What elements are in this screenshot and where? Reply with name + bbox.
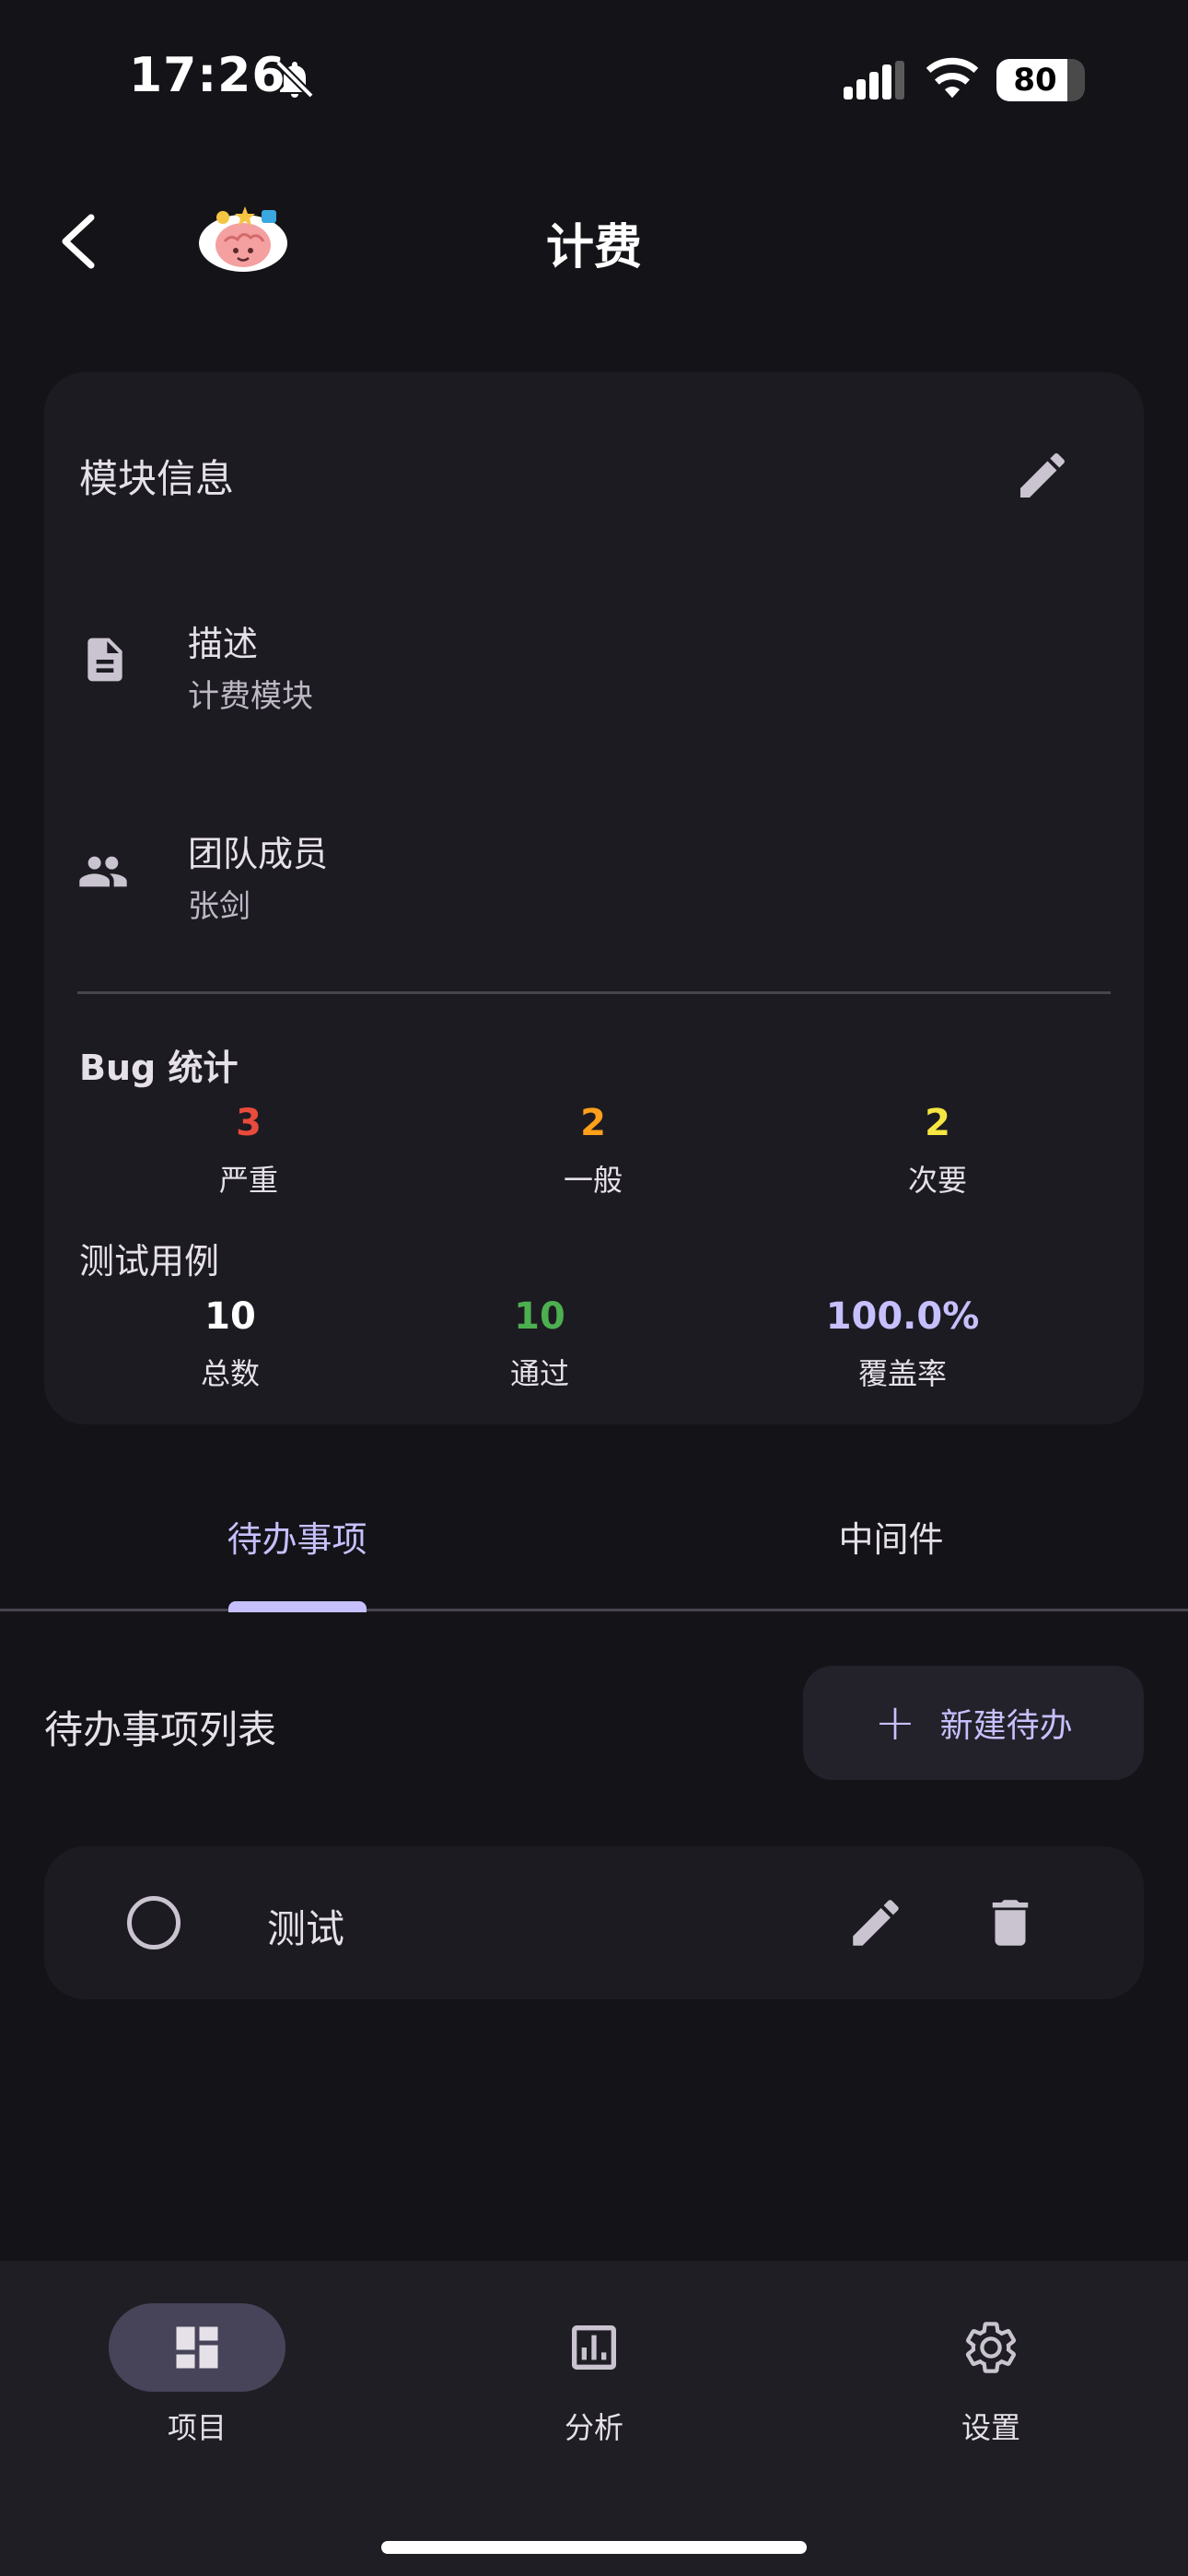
new-todo-button[interactable]: + 新建待办 <box>803 1666 1144 1780</box>
home-indicator <box>381 2541 807 2554</box>
bell-muted-icon <box>275 60 314 99</box>
team-members-label: 团队成员 <box>188 834 329 874</box>
delete-todo-button[interactable] <box>980 1892 1041 1953</box>
bug-normal-label: 一般 <box>563 1163 623 1198</box>
card-divider <box>77 991 1111 994</box>
nav-active-indicator <box>109 2303 285 2392</box>
tab-todos[interactable]: 待办事项 <box>0 1511 594 1562</box>
description-label: 描述 <box>188 624 259 664</box>
todo-checkbox[interactable] <box>127 1896 181 1950</box>
nav-item-settings[interactable]: 设置 <box>871 2303 1111 2447</box>
battery-level: 80 <box>1013 62 1057 99</box>
bug-stats-title: Bug 统计 <box>79 1048 239 1088</box>
test-stat-total: 10 总数 <box>92 1295 368 1393</box>
todo-item-text: 测试 <box>267 1906 345 1951</box>
active-tab-indicator <box>228 1601 367 1612</box>
module-info-title: 模块信息 <box>79 456 235 501</box>
wifi-icon <box>926 57 979 99</box>
test-passed-label: 通过 <box>509 1356 569 1391</box>
bug-minor-label: 次要 <box>907 1163 967 1198</box>
nav-label-settings: 设置 <box>961 2410 1020 2445</box>
edit-module-button[interactable] <box>1013 446 1072 505</box>
dashboard-icon <box>176 2326 218 2369</box>
bug-critical-count: 3 <box>236 1102 262 1144</box>
cellular-signal-icon <box>844 61 904 100</box>
test-cases-title: 测试用例 <box>79 1241 220 1282</box>
page-title: 计费 <box>545 220 642 275</box>
team-members-value: 张剑 <box>188 888 250 925</box>
test-passed-count: 10 <box>514 1295 565 1338</box>
description-value: 计费模块 <box>188 678 313 715</box>
nav-item-analytics[interactable]: 分析 <box>474 2303 714 2447</box>
bug-stat-minor: 2 次要 <box>799 1102 1076 1200</box>
analytics-icon <box>572 2325 616 2370</box>
bug-minor-count: 2 <box>925 1102 950 1144</box>
battery-indicator: 80 <box>996 59 1085 101</box>
people-icon <box>79 856 127 887</box>
test-total-count: 10 <box>204 1295 256 1338</box>
bug-stat-normal: 2 一般 <box>455 1102 731 1200</box>
tab-divider <box>0 1609 1188 1611</box>
test-coverage-value: 100.0% <box>825 1295 980 1338</box>
test-coverage-label: 覆盖率 <box>857 1356 947 1391</box>
plus-icon: + <box>874 1693 916 1751</box>
tab-middleware[interactable]: 中间件 <box>594 1511 1188 1562</box>
todo-list-title: 待办事项列表 <box>44 1707 277 1752</box>
nav-pill-settings <box>903 2303 1079 2392</box>
test-stat-passed: 10 通过 <box>402 1295 678 1393</box>
status-time: 17:26 <box>129 48 286 103</box>
bug-stat-critical: 3 严重 <box>111 1102 387 1200</box>
test-total-label: 总数 <box>200 1356 260 1391</box>
new-todo-label: 新建待办 <box>939 1707 1073 1745</box>
nav-pill-analytics <box>506 2303 682 2392</box>
nav-item-projects[interactable]: 项目 <box>77 2303 317 2447</box>
nav-label-projects: 项目 <box>167 2410 227 2445</box>
test-stat-coverage: 100.0% 覆盖率 <box>764 1295 1041 1393</box>
todo-list-item[interactable] <box>44 1846 1144 1999</box>
bug-critical-label: 严重 <box>218 1163 278 1198</box>
edit-todo-button[interactable] <box>845 1892 906 1953</box>
settings-gear-icon <box>965 2322 1017 2373</box>
nav-label-analytics: 分析 <box>564 2410 623 2445</box>
bug-normal-count: 2 <box>580 1102 606 1144</box>
description-icon <box>87 638 122 682</box>
